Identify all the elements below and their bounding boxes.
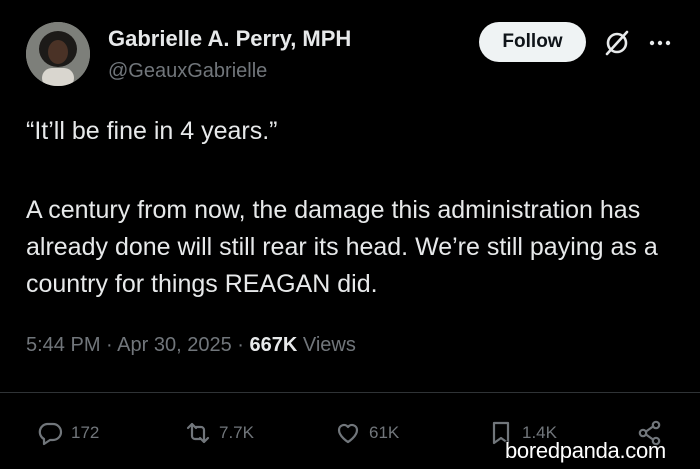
more-icon[interactable] xyxy=(648,33,672,53)
meta-separator: · xyxy=(106,334,118,356)
reply-button[interactable]: 172 xyxy=(36,416,99,450)
views-count: 667K xyxy=(249,334,298,356)
like-button[interactable]: 61K xyxy=(334,416,399,450)
watermark: boredpanda.com xyxy=(505,438,666,463)
reply-count: 172 xyxy=(71,423,100,442)
tweet: Gabrielle A. Perry, MPH @GeauxGabrielle … xyxy=(0,0,700,469)
author-name[interactable]: Gabrielle A. Perry, MPH xyxy=(108,26,351,52)
tweet-date[interactable]: Apr 30, 2025 xyxy=(117,334,232,356)
retweet-button[interactable]: 7.7K xyxy=(184,416,254,450)
retweet-count: 7.7K xyxy=(219,423,254,442)
tweet-meta: 5:44 PM · Apr 30, 2025 · 667K Views xyxy=(26,334,356,357)
like-count: 61K xyxy=(369,423,400,442)
heart-icon xyxy=(337,423,359,444)
profile-photo-icon xyxy=(26,22,90,86)
reply-icon xyxy=(38,422,63,446)
tweet-text-quote: “It’ll be fine in 4 years.” xyxy=(26,117,278,145)
divider xyxy=(0,392,700,393)
follow-button[interactable]: Follow xyxy=(479,22,586,62)
author-handle[interactable]: @GeauxGabrielle xyxy=(108,60,267,83)
views-label: Views xyxy=(302,334,356,356)
retweet-icon xyxy=(186,422,210,444)
meta-separator: · xyxy=(237,334,250,356)
avatar[interactable] xyxy=(26,22,90,86)
tweet-text-body: A century from now, the damage this admi… xyxy=(26,196,665,298)
grok-icon[interactable] xyxy=(603,29,631,57)
tweet-time[interactable]: 5:44 PM xyxy=(26,334,100,356)
